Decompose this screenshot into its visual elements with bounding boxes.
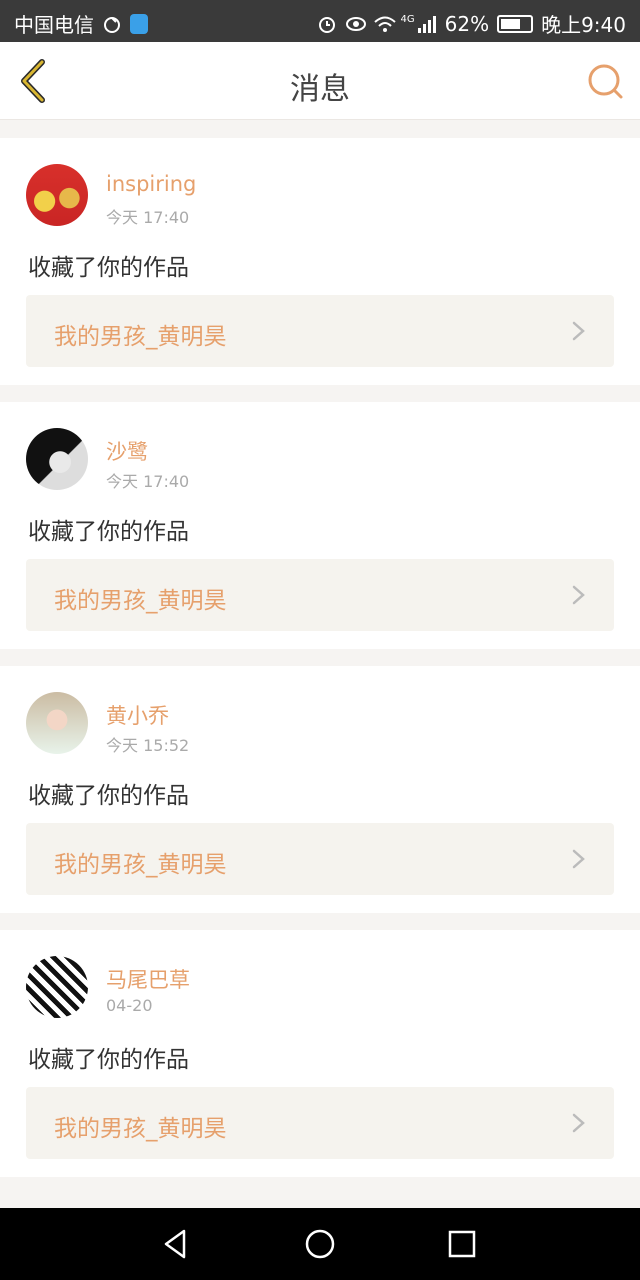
triangle-back-icon: [164, 1229, 186, 1259]
battery-icon: [497, 14, 534, 33]
status-bar-left: 中国电信: [14, 9, 148, 38]
work-link[interactable]: 我的男孩_黄明昊: [26, 295, 614, 367]
message-card: 黄小乔 今天 15:52 收藏了你的作品 我的男孩_黄明昊: [0, 666, 640, 913]
work-link[interactable]: 我的男孩_黄明昊: [26, 559, 614, 631]
square-recents-icon: [448, 1230, 476, 1258]
signal-icon: [417, 14, 437, 34]
work-title: 我的男孩_黄明昊: [54, 588, 227, 614]
carrier-label: 中国电信: [14, 13, 94, 37]
chevron-right-icon: [572, 849, 585, 869]
nav-recents-button[interactable]: [446, 1228, 478, 1260]
message-action: 收藏了你的作品: [28, 255, 189, 281]
sender-name[interactable]: inspiring: [106, 172, 196, 196]
message-card: inspiring 今天 17:40 收藏了你的作品 我的男孩_黄明昊: [0, 138, 640, 385]
avatar[interactable]: [26, 164, 88, 226]
wifi-icon: [373, 14, 396, 34]
search-icon: [588, 64, 623, 99]
work-link[interactable]: 我的男孩_黄明昊: [26, 1087, 614, 1159]
work-title: 我的男孩_黄明昊: [54, 852, 227, 878]
message-action: 收藏了你的作品: [28, 519, 189, 545]
status-bar: 中国电信 4G 62% 晚上9:40: [0, 0, 640, 42]
avatar[interactable]: [26, 692, 88, 754]
battery-percent: 62%: [444, 11, 490, 36]
sender-name[interactable]: 马尾巴草: [106, 964, 190, 994]
clock: 晚上9:40: [541, 13, 626, 37]
message-time: 04-20: [106, 996, 153, 1015]
message-time: 今天 17:40: [106, 208, 190, 227]
sender-name[interactable]: 黄小乔: [106, 700, 169, 730]
search-button[interactable]: [586, 62, 626, 102]
message-action: 收藏了你的作品: [28, 783, 189, 809]
system-nav-bar: [0, 1208, 640, 1280]
eye-icon: [345, 14, 366, 34]
sender-name[interactable]: 沙鹭: [106, 436, 148, 466]
message-time: 今天 17:40: [106, 472, 190, 491]
chevron-right-icon: [572, 585, 585, 605]
data-saver-icon: [102, 14, 122, 34]
alarm-icon: [317, 14, 337, 34]
work-title: 我的男孩_黄明昊: [54, 324, 227, 350]
status-bar-right: 4G 62% 晚上9:40: [317, 9, 626, 38]
avatar[interactable]: [26, 956, 88, 1018]
work-link[interactable]: 我的男孩_黄明昊: [26, 823, 614, 895]
message-card: 沙鹭 今天 17:40 收藏了你的作品 我的男孩_黄明昊: [0, 402, 640, 649]
message-time: 今天 15:52: [106, 736, 190, 755]
network-type-label: 4G: [400, 14, 415, 25]
header: 消息: [0, 42, 640, 120]
page-title: 消息: [290, 72, 350, 107]
chevron-right-icon: [572, 1113, 585, 1133]
avatar[interactable]: [26, 428, 88, 490]
work-title: 我的男孩_黄明昊: [54, 1116, 227, 1142]
circle-home-icon: [305, 1229, 335, 1259]
nav-back-button[interactable]: [160, 1228, 192, 1260]
message-action: 收藏了你的作品: [28, 1047, 189, 1073]
chevron-right-icon: [572, 321, 585, 341]
message-list: inspiring 今天 17:40 收藏了你的作品 我的男孩_黄明昊 沙鹭 今…: [0, 138, 640, 1194]
nav-home-button[interactable]: [304, 1228, 336, 1260]
message-card: 马尾巴草 04-20 收藏了你的作品 我的男孩_黄明昊: [0, 930, 640, 1177]
shield-icon: [130, 13, 148, 34]
